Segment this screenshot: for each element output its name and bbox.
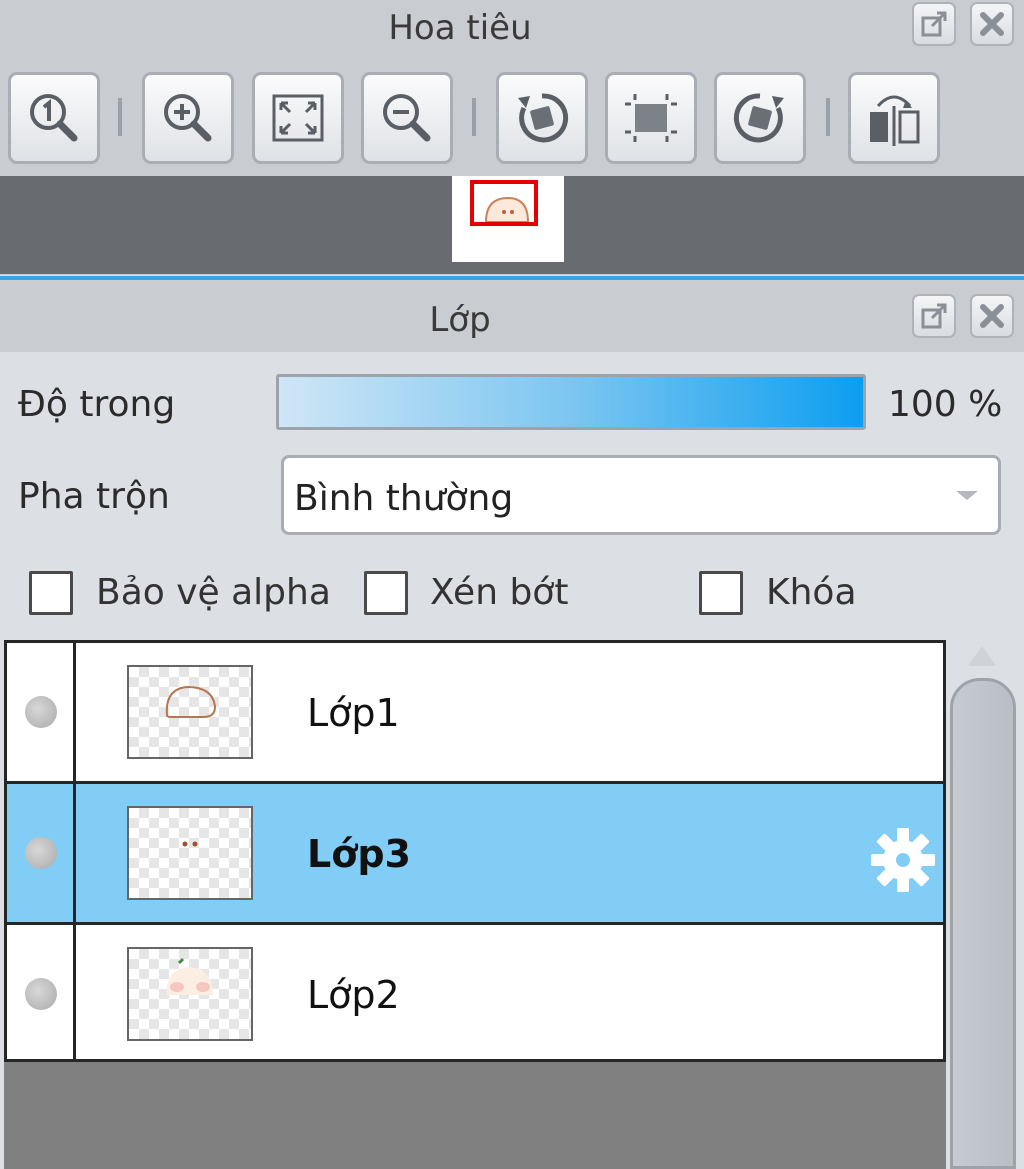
visibility-toggle[interactable] [25, 696, 57, 728]
rotate-right-icon [733, 93, 784, 143]
opacity-slider[interactable] [276, 374, 866, 430]
lock-label: Khóa [766, 572, 857, 613]
actual-size-button[interactable] [8, 72, 100, 164]
layer-thumbnail-image [166, 957, 213, 995]
toolbar-separator [472, 98, 476, 136]
layer-thumbnail [127, 806, 253, 900]
zoom-in-icon [164, 94, 212, 142]
undock-icon [921, 11, 947, 37]
layer-panel-title: Lớp [429, 300, 491, 340]
reset-rotation-button[interactable] [605, 72, 697, 164]
layer-thumbnail-image [182, 841, 198, 847]
layer-thumbnail-image [165, 685, 217, 718]
layer-thumbnail [127, 947, 253, 1041]
layer-row-lop3[interactable]: Lớp3 [7, 784, 943, 924]
close-icon [980, 12, 1004, 36]
chevron-down-icon [956, 491, 978, 500]
close-navigator-button[interactable] [970, 2, 1014, 46]
blend-mode-label: Pha trộn [18, 476, 170, 517]
protect-alpha-label: Bảo vệ alpha [96, 572, 331, 613]
opacity-value: 100 % [888, 384, 1003, 425]
visibility-toggle[interactable] [25, 978, 57, 1010]
rotate-left-button[interactable] [496, 72, 588, 164]
rotate-right-button[interactable] [714, 72, 806, 164]
navigator-view-frame[interactable] [470, 180, 538, 226]
layer-row-lop1[interactable]: Lớp1 [7, 643, 943, 783]
protect-alpha-checkbox[interactable] [29, 571, 73, 615]
layer-name: Lớp2 [307, 973, 400, 1017]
layer-name: Lớp1 [307, 691, 400, 735]
close-icon [980, 304, 1004, 328]
gear-icon[interactable] [867, 824, 939, 896]
opacity-slider-fill [279, 377, 863, 427]
clipping-checkbox[interactable] [364, 571, 408, 615]
reset-rotation-icon [625, 94, 677, 142]
undock-layer-panel-button[interactable] [912, 294, 956, 338]
lock-checkbox[interactable] [699, 571, 743, 615]
scrollbar-thumb[interactable] [950, 678, 1016, 1169]
layer-thumbnail [127, 665, 253, 759]
navigator-title: Hoa tiêu [388, 8, 532, 48]
visibility-column-divider [73, 643, 76, 1059]
fit-screen-button[interactable] [252, 72, 344, 164]
scroll-up-arrow-icon[interactable] [968, 646, 996, 666]
actual-size-icon [30, 94, 78, 142]
layer-name: Lớp3 [307, 832, 411, 876]
undock-navigator-button[interactable] [912, 2, 956, 46]
layer-list-empty-area[interactable] [4, 1062, 946, 1169]
layer-row-lop2[interactable]: Lớp2 [7, 925, 943, 1065]
zoom-out-button[interactable] [361, 72, 453, 164]
zoom-in-button[interactable] [142, 72, 234, 164]
flip-horizontal-icon [870, 95, 920, 146]
blend-mode-select[interactable]: Bình thường [281, 455, 1001, 535]
blend-mode-value: Bình thường [294, 478, 514, 519]
visibility-toggle[interactable] [25, 837, 57, 869]
toolbar-separator [118, 98, 122, 136]
close-layer-panel-button[interactable] [970, 294, 1014, 338]
opacity-label: Độ trong [18, 384, 176, 425]
clipping-label: Xén bớt [430, 572, 569, 613]
toolbar-separator [826, 98, 830, 136]
layer-list: Lớp1 Lớp3 Lớp2 [4, 640, 946, 1062]
flip-horizontal-button[interactable] [848, 72, 940, 164]
rotate-left-icon [518, 93, 569, 143]
fit-screen-icon [272, 94, 324, 142]
zoom-out-icon [383, 94, 431, 142]
layer-panel-header: Lớp [0, 280, 1024, 352]
undock-icon [921, 303, 947, 329]
